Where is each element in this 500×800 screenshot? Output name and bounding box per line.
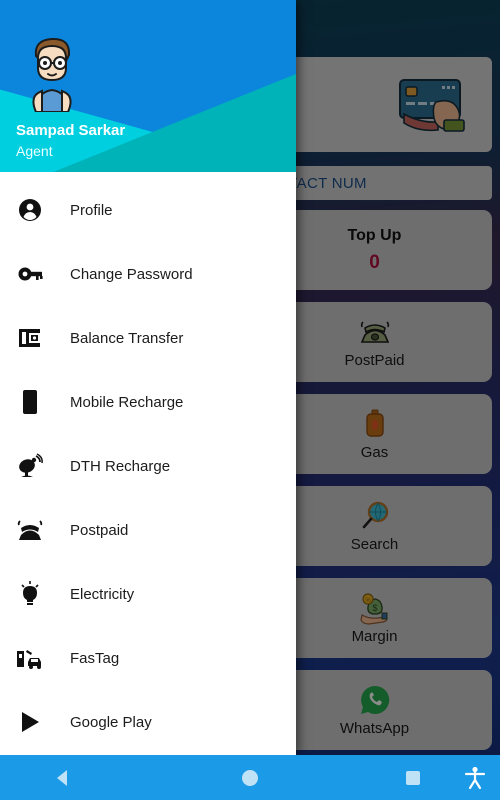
menu-item-fastag[interactable]: FasTag	[0, 626, 296, 690]
menu-item-profile[interactable]: Profile	[0, 178, 296, 242]
nav-accessibility-button[interactable]	[450, 766, 500, 790]
menu-item-label: Electricity	[70, 585, 135, 603]
play-triangle-icon	[16, 708, 44, 736]
menu-item-label: DTH Recharge	[70, 457, 171, 475]
profile-role: Agent	[16, 143, 53, 159]
avatar[interactable]	[16, 30, 88, 112]
menu-item-label: Google Play	[70, 713, 152, 731]
wallet-icon	[16, 324, 44, 352]
menu-item-postpaid[interactable]: Postpaid	[0, 498, 296, 562]
home-circle-icon	[242, 769, 258, 786]
profile-name: Sampad Sarkar	[16, 122, 126, 139]
back-triangle-icon	[56, 769, 67, 786]
nav-home-button[interactable]	[125, 769, 375, 787]
menu-item-electricity[interactable]: Electricity	[0, 562, 296, 626]
telephone-icon	[16, 516, 44, 544]
satellite-dish-icon	[16, 452, 44, 480]
menu-item-label: FasTag	[70, 649, 120, 667]
nav-recents-button[interactable]	[375, 770, 450, 786]
drawer-header: Sampad Sarkar Agent	[0, 0, 296, 172]
android-navigation-bar	[0, 755, 500, 800]
menu-item-label: Mobile Recharge	[70, 393, 184, 411]
menu-item-google-play[interactable]: Google Play	[0, 690, 296, 754]
accessibility-icon	[464, 766, 486, 789]
menu-item-balance-transfer[interactable]: Balance Transfer	[0, 306, 296, 370]
person-icon	[16, 196, 44, 224]
menu-item-mobile-recharge[interactable]: Mobile Recharge	[0, 370, 296, 434]
menu-item-label: Balance Transfer	[70, 329, 184, 347]
toll-booth-car-icon	[16, 644, 44, 672]
lightbulb-icon	[16, 580, 44, 608]
menu-item-change-password[interactable]: Change Password	[0, 242, 296, 306]
recents-square-icon	[405, 770, 420, 785]
smartphone-icon	[16, 388, 44, 416]
drawer-menu-list: Profile Change Password Balance Transfer…	[0, 172, 296, 754]
menu-item-label: Change Password	[70, 265, 193, 283]
nav-back-button[interactable]	[0, 768, 125, 788]
menu-item-dth-recharge[interactable]: DTH Recharge	[0, 434, 296, 498]
menu-item-label: Profile	[70, 201, 113, 219]
key-icon	[16, 260, 44, 288]
navigation-drawer: Sampad Sarkar Agent Profile Change Passw…	[0, 0, 296, 755]
menu-item-label: Postpaid	[70, 521, 129, 539]
